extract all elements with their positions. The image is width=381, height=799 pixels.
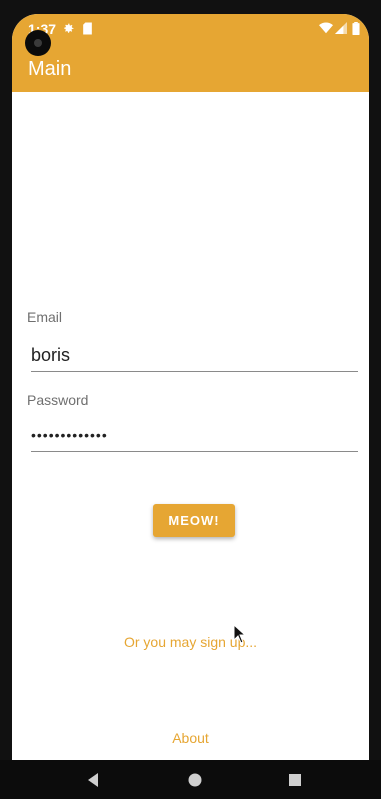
signal-icon <box>335 22 347 37</box>
home-icon[interactable] <box>184 769 206 791</box>
status-bar: 1:37 <box>12 14 369 46</box>
meow-button[interactable]: MEOW! <box>153 504 235 537</box>
camera-cutout <box>25 30 51 56</box>
mouse-pointer-icon <box>233 624 247 644</box>
app-screen: 1:37 Main Email P <box>12 14 369 799</box>
email-label: Email <box>27 309 63 325</box>
wifi-icon <box>319 22 333 37</box>
system-nav-bar <box>0 760 381 799</box>
app-bar: 1:37 Main <box>12 14 369 92</box>
back-icon[interactable] <box>83 769 105 791</box>
signup-link[interactable]: Or you may sign up... <box>12 634 369 650</box>
recents-icon[interactable] <box>284 769 306 791</box>
password-field[interactable] <box>31 419 358 452</box>
device-frame: 1:37 Main Email P <box>0 0 381 799</box>
battery-icon <box>352 22 360 38</box>
gear-icon <box>62 22 75 38</box>
about-link[interactable]: About <box>12 730 369 746</box>
email-field[interactable] <box>31 339 358 372</box>
page-title: Main <box>28 58 72 80</box>
sd-card-icon <box>82 22 93 38</box>
password-label: Password <box>27 392 89 408</box>
